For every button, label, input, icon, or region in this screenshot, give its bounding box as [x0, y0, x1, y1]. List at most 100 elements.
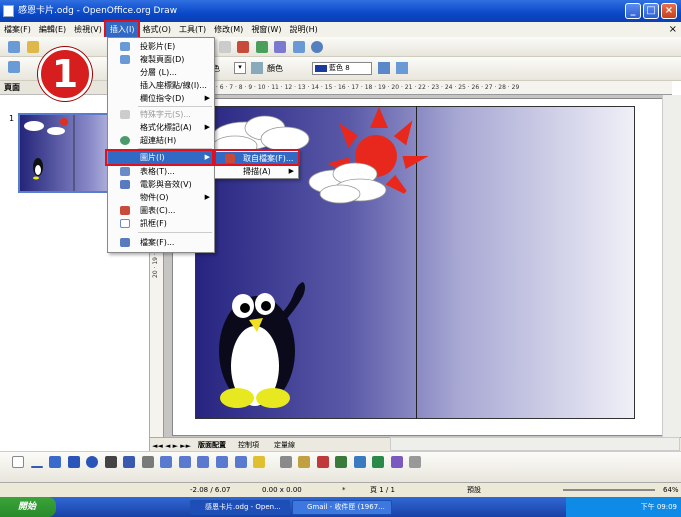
line-icon[interactable]: [30, 466, 43, 468]
fill-color-select[interactable]: 藍色 8: [312, 62, 372, 75]
insert-menu: 投影片(E) 複製頁面(D) 分層 (L)... 插入座標點/線(I)... 欄…: [107, 37, 215, 253]
shadow-icon[interactable]: [378, 62, 390, 74]
drawing-toolbar: [0, 451, 681, 482]
title-bar: 感恩卡片.odg - OpenOffice.org Draw: [0, 0, 681, 22]
points-icon[interactable]: [279, 456, 292, 468]
fill-icon[interactable]: [251, 62, 263, 74]
tab-dimension-lines[interactable]: 定量線: [274, 438, 295, 452]
styles-icon[interactable]: [8, 61, 20, 73]
menu-window[interactable]: 視窗(W): [247, 22, 285, 37]
horizontal-ruler: 1 · 2 · 3 · 4 · 5 · 6 · 7 · 8 · 9 · 10 ·…: [172, 81, 672, 95]
minimize-button[interactable]: _: [625, 3, 641, 19]
area-icon[interactable]: [396, 62, 408, 74]
task-draw-window[interactable]: 感恩卡片.odg - Open...: [190, 500, 290, 515]
help-icon[interactable]: [311, 41, 324, 53]
new-icon[interactable]: [8, 41, 20, 53]
menu-item-chart[interactable]: 圖表(C)...: [108, 204, 214, 217]
line-fill-toolbar: 色 ▾ 顏色 藍色 8: [0, 57, 681, 81]
menu-item-fields[interactable]: 欄位指令(D) ▶: [108, 92, 214, 105]
penguin-icon[interactable]: [219, 282, 305, 408]
cloud-right-icon[interactable]: [308, 162, 387, 204]
navigator-icon[interactable]: [255, 41, 268, 53]
symbol-shapes-icon[interactable]: [178, 456, 191, 468]
menu-item-special-character: 特殊字元(S)...: [108, 108, 214, 121]
toolbar-more-icon[interactable]: [409, 456, 422, 468]
close-button[interactable]: ×: [661, 3, 677, 19]
from-file-highlight-box: [214, 149, 300, 166]
menu-item-layer[interactable]: 分層 (L)...: [108, 66, 214, 79]
ellipse-icon[interactable]: [86, 456, 99, 468]
callouts-icon[interactable]: [234, 456, 247, 468]
block-arrows-icon[interactable]: [197, 456, 210, 468]
arrange-icon[interactable]: [390, 456, 403, 468]
menu-item-table[interactable]: 表格(T)...: [108, 165, 214, 178]
rectangle-icon[interactable]: [67, 456, 80, 468]
connector-icon[interactable]: [123, 456, 136, 468]
curve-icon[interactable]: [141, 456, 154, 468]
menu-edit[interactable]: 編輯(E): [35, 22, 70, 37]
basic-shapes-icon[interactable]: [160, 456, 173, 468]
start-button[interactable]: 開始: [0, 497, 56, 517]
menu-view[interactable]: 檢視(V): [70, 22, 106, 37]
menu-item-movie-sound[interactable]: 電影與音效(V): [108, 178, 214, 191]
chart-icon: [120, 206, 130, 215]
horizontal-scrollbar[interactable]: [390, 437, 680, 451]
picture-highlight-box: [105, 149, 214, 166]
redo-icon[interactable]: [218, 41, 231, 53]
page-indicator: 頁 1 / 1: [370, 486, 395, 494]
task-gmail-window[interactable]: Gmail - 收件匣 (1967...: [292, 500, 392, 515]
gallery-icon[interactable]: [292, 41, 305, 53]
system-tray: 下午 09:09: [566, 497, 681, 517]
menu-bar: 檔案(F) 編輯(E) 檢視(V) 插入(I) 格式(O) 工具(T) 修改(M) 視窗(W)…: [0, 20, 681, 39]
line-color-dropdown[interactable]: ▾: [234, 62, 246, 74]
menu-item-file[interactable]: 檔案(F)...: [108, 236, 214, 249]
tab-layout[interactable]: 版面配置: [198, 438, 226, 452]
align-icon[interactable]: [372, 456, 385, 468]
menu-separator: [138, 106, 212, 107]
text-icon[interactable]: [104, 456, 117, 468]
extrusion-icon[interactable]: [353, 456, 366, 468]
menu-item-frame[interactable]: 訊框(F): [108, 217, 214, 230]
arrow-line-icon[interactable]: [49, 456, 62, 468]
frame-icon: [120, 219, 130, 228]
fill-type-label: 顏色: [267, 64, 283, 73]
vertical-scrollbar[interactable]: [662, 95, 681, 437]
menu-item-snap-point[interactable]: 插入座標點/線(I)...: [108, 79, 214, 92]
menu-item-slide[interactable]: 投影片(E): [108, 40, 214, 53]
table-icon: [120, 167, 130, 176]
menu-file[interactable]: 檔案(F): [0, 22, 35, 37]
menu-item-formatting-mark[interactable]: 格式化標記(A) ▶: [108, 121, 214, 134]
menu-insert[interactable]: 插入(I): [103, 20, 141, 39]
menu-tools[interactable]: 工具(T): [175, 22, 210, 37]
hyperlink-icon: [120, 136, 130, 145]
zoom-slider[interactable]: [563, 489, 655, 491]
zoom-level: 64%: [663, 486, 679, 494]
select-icon[interactable]: [12, 456, 24, 468]
menu-modify[interactable]: 修改(M): [210, 22, 247, 37]
stars-icon[interactable]: [253, 456, 266, 468]
fontwork-icon[interactable]: [298, 456, 311, 468]
open-icon[interactable]: [26, 41, 39, 53]
menu-item-duplicate-page[interactable]: 複製頁面(D): [108, 53, 214, 66]
menu-item-scan[interactable]: 掃描(A) ▶: [215, 165, 298, 178]
window-title: 感恩卡片.odg - OpenOffice.org Draw: [18, 6, 178, 16]
fill-color-value: 藍色 8: [329, 64, 350, 72]
chart-icon[interactable]: [237, 41, 250, 53]
maximize-button[interactable]: □: [643, 3, 659, 19]
document-close-icon[interactable]: ×: [669, 24, 677, 35]
menu-help[interactable]: 說明(H): [285, 22, 321, 37]
status-bar: -2.08 / 6.07 0.00 x 0.00 * 頁 1 / 1 預設 64…: [0, 482, 681, 497]
zoom-icon[interactable]: [274, 41, 287, 53]
menu-format[interactable]: 格式(O): [138, 22, 175, 37]
menu-item-hyperlink[interactable]: 超連結(H): [108, 134, 214, 147]
menu-item-object[interactable]: 物件(O) ▶: [108, 191, 214, 204]
slide-icon: [120, 42, 130, 51]
from-file-icon[interactable]: [316, 456, 329, 468]
tab-controls[interactable]: 控制項: [238, 438, 259, 452]
menu-separator: [138, 232, 212, 233]
movie-icon: [120, 180, 130, 189]
flowchart-icon[interactable]: [216, 456, 229, 468]
gallery-toolbar-icon[interactable]: [335, 456, 348, 468]
layout-name: 預設: [467, 486, 481, 494]
duplicate-icon: [120, 55, 130, 64]
